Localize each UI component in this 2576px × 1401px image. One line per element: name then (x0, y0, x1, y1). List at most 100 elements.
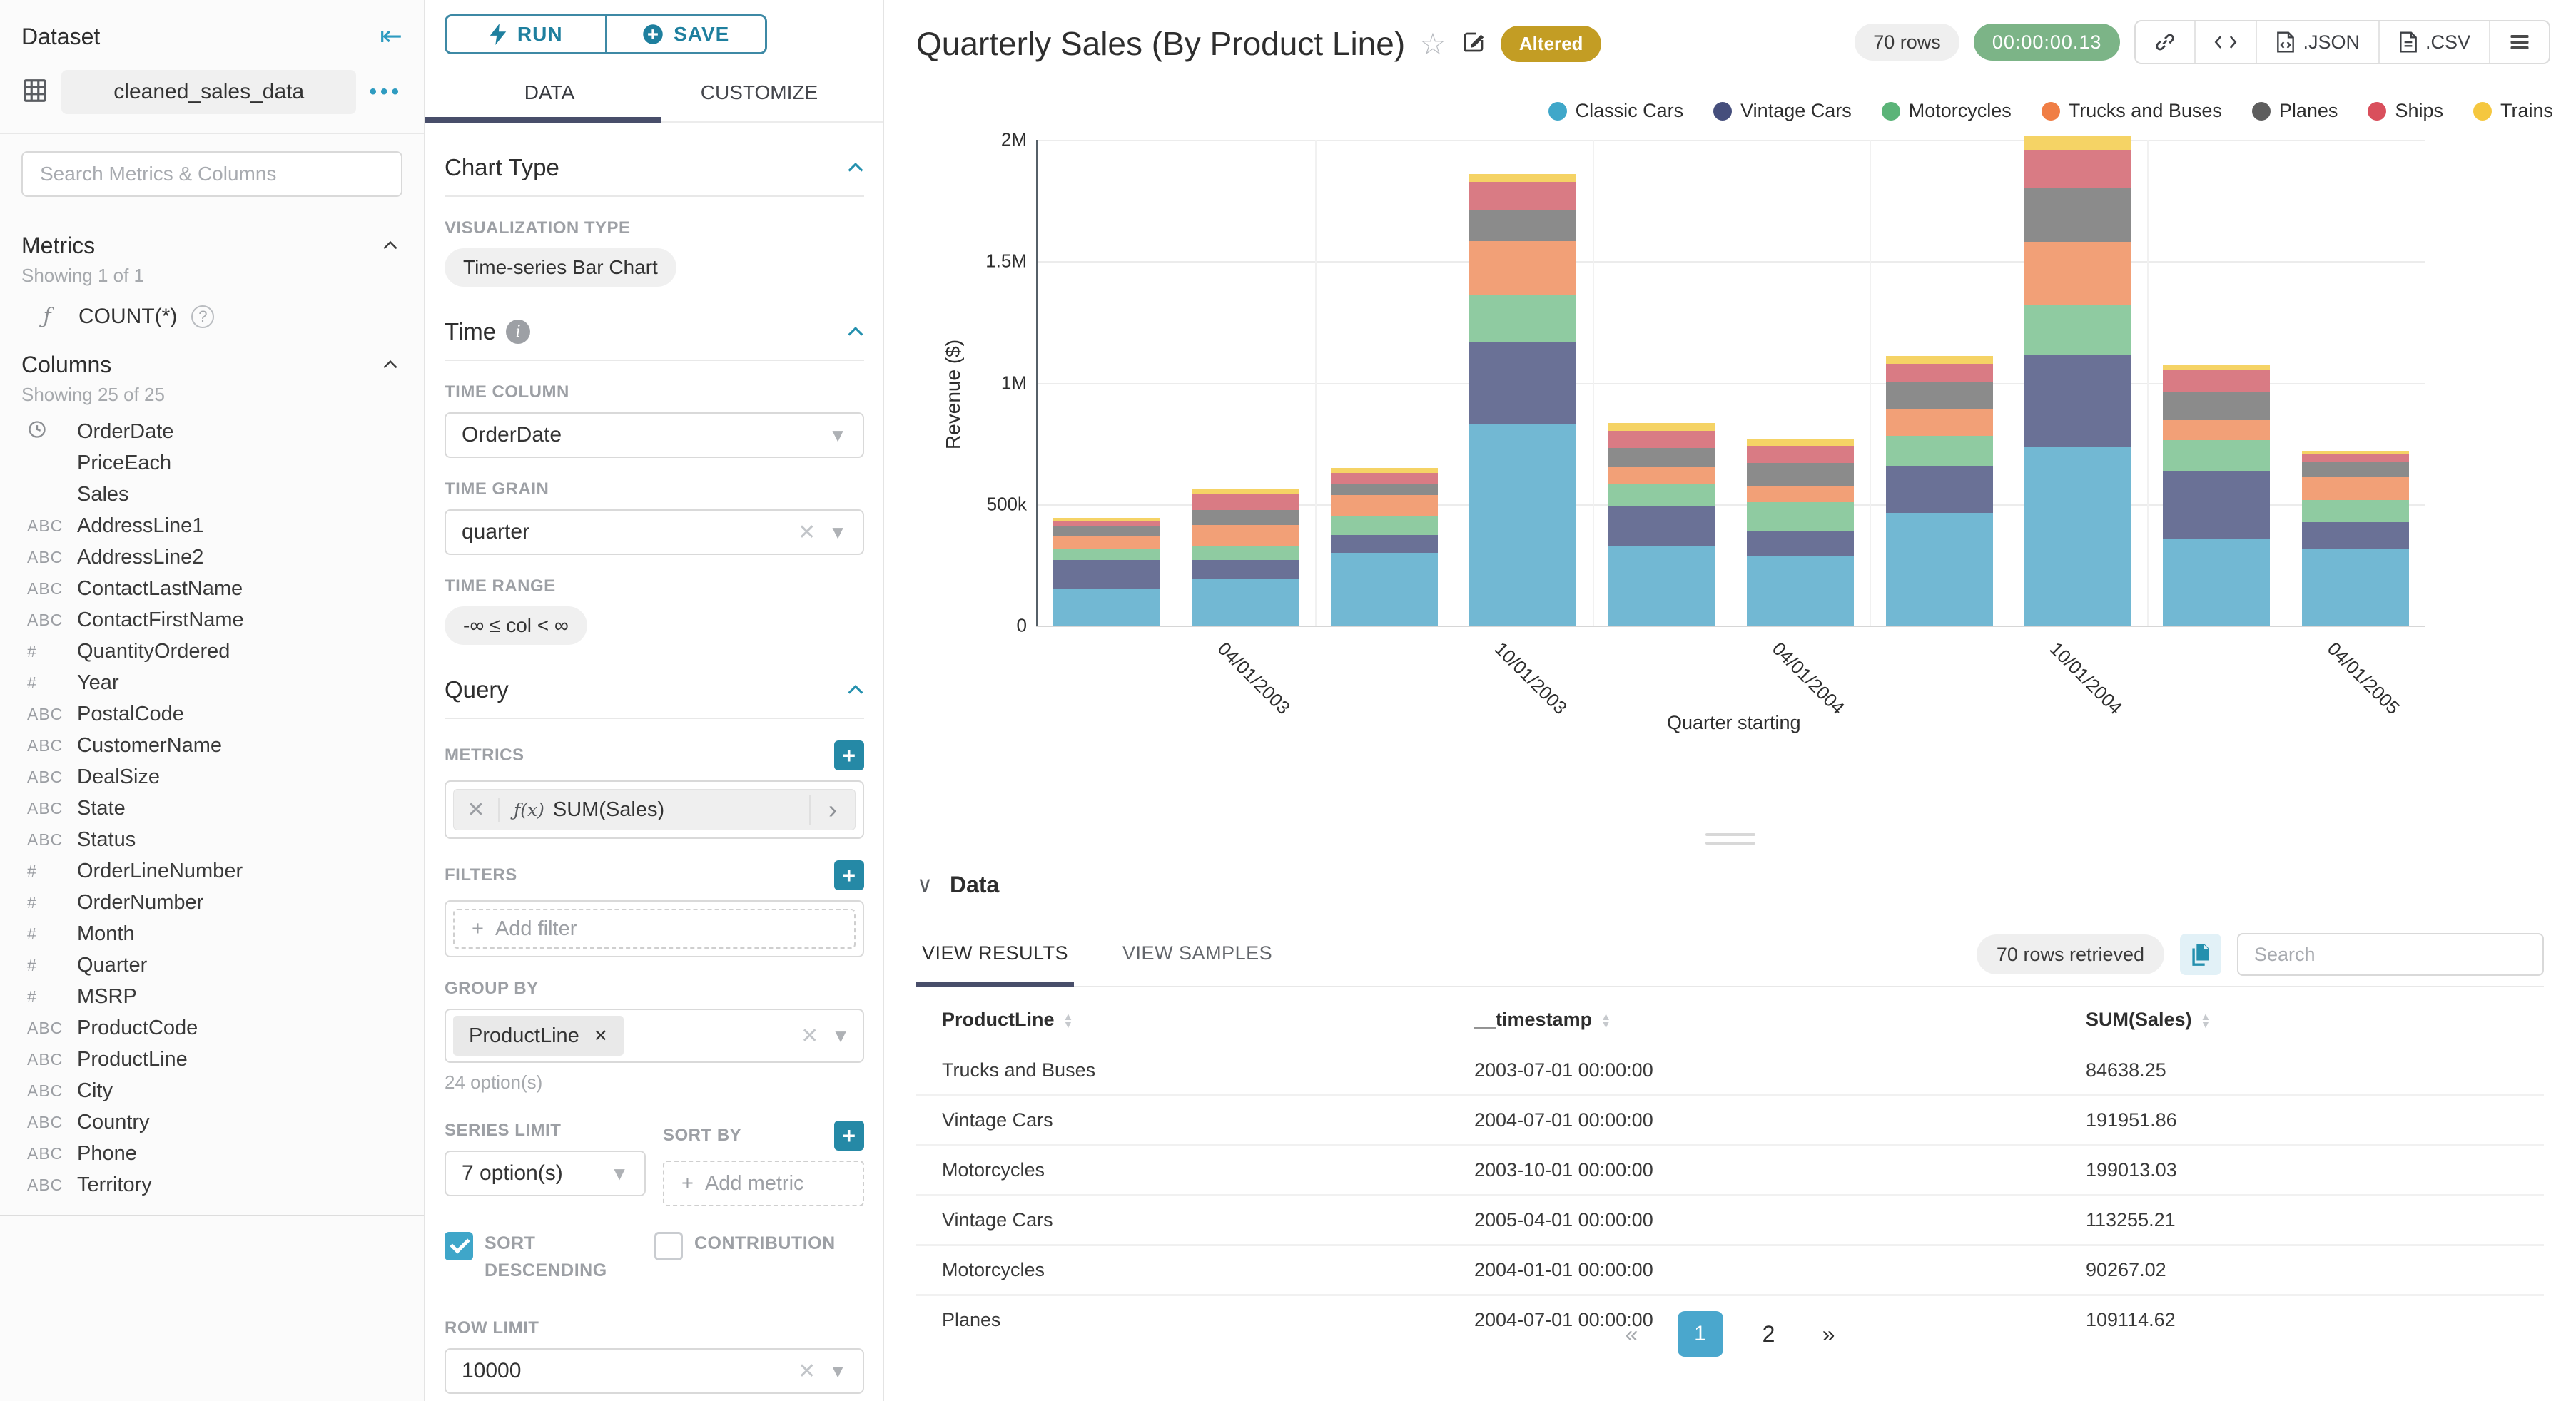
bar-segment[interactable] (1469, 240, 1577, 295)
time-column-select[interactable]: OrderDate ▼ (445, 412, 864, 458)
column-item[interactable]: ABC DealSize (0, 761, 424, 793)
column-item[interactable]: ABC CustomerName (0, 730, 424, 761)
column-item[interactable]: # Quarter (0, 949, 424, 981)
bar-segment[interactable] (1885, 408, 1993, 436)
bar-segment[interactable] (1469, 210, 1577, 241)
table-row[interactable]: Vintage Cars 2004-07-01 00:00:00 191951.86 (916, 1094, 2544, 1146)
contribution-checkbox[interactable]: CONTRIBUTION (654, 1231, 864, 1284)
bar-segment[interactable] (1192, 560, 1299, 579)
column-item[interactable]: # Year (0, 667, 424, 698)
table-row[interactable]: Vintage Cars 2005-04-01 00:00:00 113255.21 (916, 1194, 2544, 1245)
bar-segment[interactable] (2024, 149, 2131, 189)
add-metric-button[interactable]: + (834, 740, 864, 770)
bar-segment[interactable] (2024, 355, 2131, 447)
bar-segment[interactable] (1469, 294, 1577, 343)
clear-icon[interactable]: ✕ (798, 1359, 816, 1384)
search-metrics-columns-input[interactable] (21, 151, 402, 197)
bar-segment[interactable] (1331, 494, 1438, 516)
bar-segment[interactable] (2301, 462, 2409, 477)
bar-segment[interactable] (2024, 447, 2131, 626)
panel-resize-handle[interactable] (1705, 833, 1755, 850)
bar-segment[interactable] (1469, 181, 1577, 211)
bar-segment[interactable] (1747, 555, 1855, 626)
column-item[interactable]: ABC Status (0, 824, 424, 855)
column-item[interactable]: # MSRP (0, 981, 424, 1012)
add-sort-metric-dropzone[interactable]: + Add metric (663, 1161, 864, 1206)
bar-segment[interactable] (2301, 477, 2409, 500)
bar-segment[interactable] (1747, 446, 1855, 463)
column-item[interactable]: # OrderNumber (0, 887, 424, 918)
add-filter-dropzone[interactable]: + Add filter (453, 909, 856, 949)
column-item[interactable]: # Month (0, 918, 424, 949)
clear-icon[interactable]: ✕ (798, 520, 816, 545)
bar-segment[interactable] (1053, 589, 1161, 626)
column-item[interactable]: Sales (0, 479, 424, 510)
bar-stack[interactable] (1608, 0, 1715, 626)
bar-segment[interactable] (1331, 467, 1438, 473)
query-collapse-icon[interactable] (846, 681, 864, 699)
bar-segment[interactable] (1192, 545, 1299, 561)
dataset-options-icon[interactable]: ••• (369, 80, 402, 104)
clear-icon[interactable]: ✕ (801, 1024, 818, 1049)
bar-stack[interactable] (1469, 0, 1577, 626)
bar-segment[interactable] (2163, 392, 2271, 421)
bar-segment[interactable] (2301, 451, 2409, 454)
column-item[interactable]: ABC AddressLine1 (0, 510, 424, 541)
bar-stack[interactable] (1192, 0, 1299, 626)
add-filter-button[interactable]: + (834, 860, 864, 890)
column-item[interactable]: # QuantityOrdered (0, 636, 424, 667)
bar-segment[interactable] (1053, 536, 1161, 549)
remove-metric-icon[interactable]: ✕ (454, 797, 500, 822)
bar-segment[interactable] (1608, 423, 1715, 431)
bar-segment[interactable] (1469, 342, 1577, 424)
bar-segment[interactable] (2301, 521, 2409, 550)
bar-stack[interactable] (2163, 0, 2271, 626)
column-item[interactable]: ABC Country (0, 1106, 424, 1138)
bar-segment[interactable] (1331, 483, 1438, 495)
metrics-collapse-icon[interactable] (381, 237, 400, 255)
pagination-page-1[interactable]: 1 (1677, 1311, 1723, 1357)
bar-segment[interactable] (2163, 370, 2271, 393)
column-item[interactable]: ABC Territory (0, 1169, 424, 1201)
bar-segment[interactable] (1608, 546, 1715, 626)
pagination-next[interactable]: » (1815, 1321, 1843, 1347)
bar-segment[interactable] (2024, 242, 2131, 305)
group-by-select[interactable]: ProductLine ✕ ✕ ▼ (445, 1009, 864, 1063)
remove-chip-icon[interactable]: ✕ (594, 1026, 608, 1046)
column-item[interactable]: PriceEach (0, 447, 424, 479)
bar-segment[interactable] (2301, 549, 2409, 626)
bar-stack[interactable] (2301, 0, 2409, 626)
bar-segment[interactable] (2163, 470, 2271, 539)
bar-stack[interactable] (1053, 0, 1161, 626)
save-button[interactable]: SAVE (604, 16, 765, 52)
column-header--timestamp[interactable]: __timestamp ▲ ▼ (1449, 990, 2060, 1046)
column-item[interactable]: OrderDate (0, 416, 424, 447)
tab-view-results[interactable]: VIEW RESULTS (916, 942, 1075, 987)
bar-segment[interactable] (1053, 549, 1161, 561)
sort-descending-checkbox[interactable]: SORT DESCENDING (445, 1231, 654, 1284)
bar-segment[interactable] (2163, 439, 2271, 471)
bar-segment[interactable] (2163, 539, 2271, 626)
bar-segment[interactable] (2024, 188, 2131, 243)
chart-type-collapse-icon[interactable] (846, 158, 864, 177)
columns-collapse-icon[interactable] (381, 356, 400, 375)
column-item[interactable]: ABC ContactLastName (0, 573, 424, 604)
series-limit-select[interactable]: 7 option(s) ▼ (445, 1151, 646, 1196)
bar-segment[interactable] (1053, 521, 1161, 526)
bar-segment[interactable] (2301, 499, 2409, 522)
tab-customize[interactable]: CUSTOMIZE (654, 81, 864, 123)
checkbox-checked-icon[interactable] (445, 1232, 473, 1260)
bar-segment[interactable] (1192, 578, 1299, 626)
expand-metric-icon[interactable]: › (809, 795, 855, 825)
bar-stack[interactable] (2024, 0, 2131, 626)
group-by-chip[interactable]: ProductLine ✕ (453, 1016, 624, 1056)
column-item[interactable]: ABC ProductCode (0, 1012, 424, 1044)
column-item[interactable]: ABC ContactFirstName (0, 604, 424, 636)
table-row[interactable]: Motorcycles 2004-01-01 00:00:00 90267.02 (916, 1244, 2544, 1295)
add-sort-metric-button[interactable]: + (834, 1121, 864, 1151)
column-header-productline[interactable]: ProductLine ▲ ▼ (916, 990, 1449, 1046)
viz-type-value[interactable]: Time-series Bar Chart (445, 248, 676, 287)
column-item[interactable]: # OrderLineNumber (0, 855, 424, 887)
bar-segment[interactable] (2163, 365, 2271, 371)
bar-segment[interactable] (1192, 489, 1299, 494)
